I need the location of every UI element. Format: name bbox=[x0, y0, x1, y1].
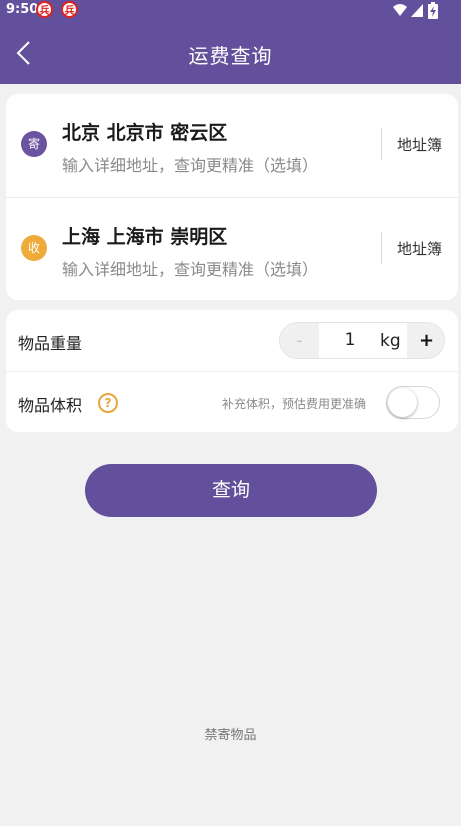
weight-row: 物品重量 - 1 kg + bbox=[6, 310, 458, 371]
options-card: 物品重量 - 1 kg + 物品体积 ? 补充体积，预估费用更准确 bbox=[6, 310, 458, 432]
receiver-address-row[interactable]: 收 上海 上海市 崇明区 输入详细地址，查询更精准（选填） 地址簿 bbox=[6, 197, 458, 300]
divider bbox=[381, 128, 382, 160]
notification-icon: 兵 bbox=[61, 1, 78, 18]
weight-input[interactable]: 1 bbox=[319, 323, 381, 358]
status-bar: 9:50 兵 兵 bbox=[0, 0, 461, 22]
weight-label: 物品重量 bbox=[18, 334, 83, 353]
sender-addressbook-button[interactable]: 地址簿 bbox=[397, 134, 442, 155]
sender-badge: 寄 bbox=[21, 131, 47, 157]
page-title: 运费查询 bbox=[188, 44, 273, 68]
toggle-knob bbox=[388, 388, 417, 417]
weight-unit: kg bbox=[380, 331, 401, 351]
address-card: 寄 北京 北京市 密云区 输入详细地址，查询更精准（选填） 地址簿 收 上海 上… bbox=[6, 94, 458, 300]
battery-icon bbox=[428, 2, 438, 19]
forbidden-items-link[interactable]: 禁寄物品 bbox=[0, 724, 461, 743]
query-button[interactable]: 查询 bbox=[85, 464, 377, 517]
increase-button[interactable]: + bbox=[407, 323, 444, 358]
help-icon[interactable]: ? bbox=[98, 393, 118, 413]
decrease-button[interactable]: - bbox=[280, 323, 319, 358]
sender-region[interactable]: 北京 北京市 密云区 bbox=[62, 118, 227, 145]
receiver-addressbook-button[interactable]: 地址簿 bbox=[397, 238, 442, 259]
status-time: 9:50 bbox=[6, 2, 39, 17]
volume-hint: 补充体积，预估费用更准确 bbox=[222, 397, 367, 411]
weight-stepper: - 1 kg + bbox=[279, 322, 445, 359]
signal-icon bbox=[411, 4, 423, 17]
receiver-detail-input[interactable]: 输入详细地址，查询更精准（选填） bbox=[62, 256, 318, 280]
notification-icon: 兵 bbox=[36, 1, 53, 18]
app-header: 运费查询 bbox=[0, 22, 461, 84]
wifi-icon bbox=[393, 4, 407, 16]
receiver-region[interactable]: 上海 上海市 崇明区 bbox=[62, 222, 227, 249]
volume-label: 物品体积 bbox=[18, 396, 83, 415]
divider bbox=[381, 232, 382, 264]
sender-detail-input[interactable]: 输入详细地址，查询更精准（选填） bbox=[62, 152, 318, 176]
volume-row: 物品体积 ? 补充体积，预估费用更准确 bbox=[6, 371, 458, 432]
receiver-badge: 收 bbox=[21, 235, 47, 261]
sender-address-row[interactable]: 寄 北京 北京市 密云区 输入详细地址，查询更精准（选填） 地址簿 bbox=[6, 94, 458, 197]
volume-toggle[interactable] bbox=[386, 386, 440, 419]
